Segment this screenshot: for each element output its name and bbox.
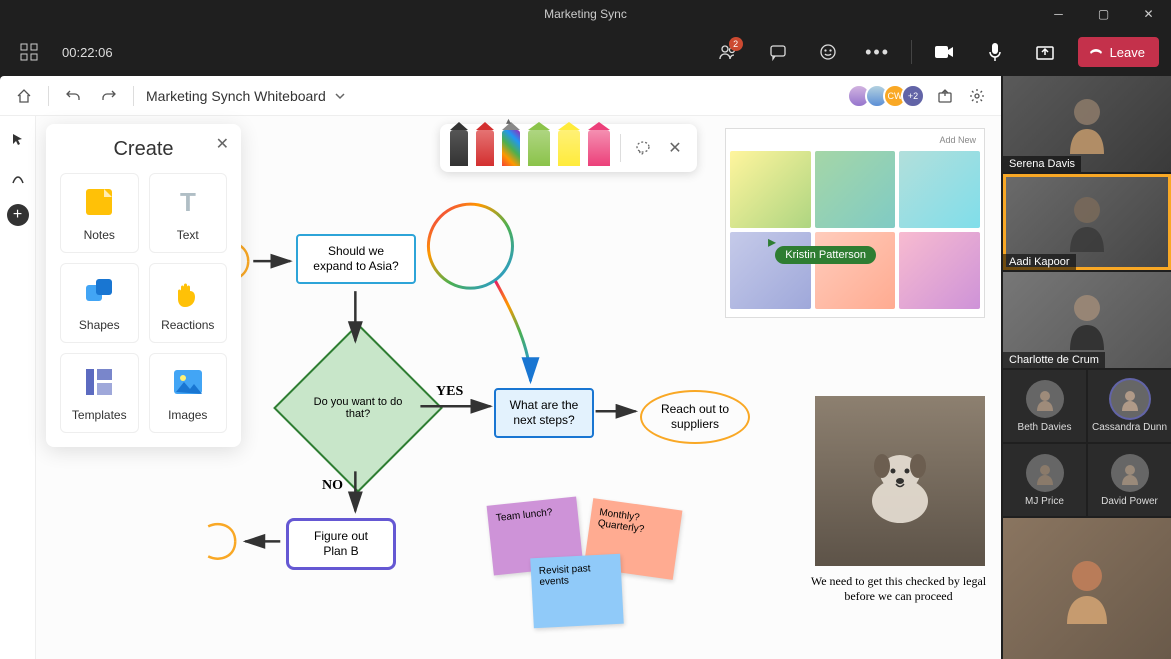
- people-button[interactable]: 2: [711, 35, 745, 69]
- participants-panel: Serena Davis Aadi Kapoor Charlotte de Cr…: [1001, 76, 1171, 659]
- window-minimize[interactable]: ─: [1036, 0, 1081, 28]
- text-icon: T: [170, 184, 206, 220]
- swatch-1[interactable]: [730, 151, 811, 228]
- window-maximize[interactable]: ▢: [1081, 0, 1126, 28]
- meeting-timer: 00:22:06: [62, 45, 113, 60]
- video-tile-charlotte[interactable]: Charlotte de Crum: [1003, 272, 1171, 368]
- create-heading: Create: [60, 138, 227, 161]
- templates-icon: [81, 364, 117, 400]
- dog-photo-placeholder: [850, 431, 950, 531]
- reactions-icon: [170, 274, 206, 310]
- image-caption: We need to get this checked by legal bef…: [806, 574, 991, 604]
- swatch-5[interactable]: [815, 232, 896, 309]
- audio-tile-beth[interactable]: Beth Davies: [1003, 370, 1086, 442]
- more-actions-button[interactable]: •••: [861, 35, 895, 69]
- inserted-image[interactable]: [815, 396, 985, 566]
- pen-red[interactable]: [476, 130, 494, 166]
- close-panel-button[interactable]: ✕: [216, 134, 229, 154]
- create-text[interactable]: T Text: [149, 173, 228, 253]
- audio-tile-david[interactable]: David Power: [1088, 444, 1171, 516]
- whiteboard-header: Marketing Synch Whiteboard CW +2: [0, 76, 1001, 116]
- shapes-icon: [81, 274, 117, 310]
- whiteboard-tool-strip: +: [0, 116, 36, 659]
- sticky-revisit[interactable]: Revisit past events: [530, 554, 624, 629]
- apps-grid-icon[interactable]: [12, 35, 46, 69]
- window-title: Marketing Sync: [544, 7, 627, 21]
- pen-black[interactable]: [450, 130, 468, 166]
- video-tile-aadi[interactable]: Aadi Kapoor: [1003, 174, 1171, 270]
- video-tile-serena[interactable]: Serena Davis: [1003, 76, 1171, 172]
- pen-close[interactable]: ✕: [663, 136, 687, 160]
- create-shapes[interactable]: Shapes: [60, 263, 139, 343]
- flow-box-question[interactable]: Should we expand to Asia?: [296, 234, 416, 284]
- flow-diamond-decision[interactable]: Do you want to do that?: [298, 348, 418, 468]
- audio-tile-cassandra[interactable]: Cassandra Dunn: [1088, 370, 1171, 442]
- settings-button[interactable]: [965, 84, 989, 108]
- share-button[interactable]: [1028, 35, 1062, 69]
- camera-button[interactable]: [928, 35, 962, 69]
- pen-toolbar[interactable]: ▴ ✕: [440, 124, 697, 172]
- remote-cursor-icon: ▸: [768, 232, 776, 252]
- swatch-3[interactable]: [899, 151, 980, 228]
- swatch-6[interactable]: [899, 232, 980, 309]
- flow-oval-suppliers[interactable]: Reach out to suppliers: [640, 390, 750, 444]
- images-icon: [170, 364, 206, 400]
- whiteboard-title: Marketing Synch Whiteboard: [146, 88, 326, 104]
- svg-text:T: T: [180, 187, 196, 217]
- avatar-overflow[interactable]: +2: [901, 84, 925, 108]
- mic-button[interactable]: [978, 35, 1012, 69]
- chevron-down-icon: [334, 90, 346, 102]
- share-whiteboard-button[interactable]: [933, 84, 957, 108]
- meeting-toolbar: 00:22:06 2 ••• Leave: [0, 28, 1171, 76]
- no-label: NO: [322, 478, 343, 494]
- remote-cursor-label: Kristin Patterson: [775, 246, 876, 264]
- create-notes[interactable]: Notes: [60, 173, 139, 253]
- window-close[interactable]: ✕: [1126, 0, 1171, 28]
- chat-button[interactable]: [761, 35, 795, 69]
- people-badge: 2: [729, 37, 743, 51]
- whiteboard-canvas[interactable]: + ✕ Create Notes T Text: [0, 116, 1001, 659]
- audio-tile-mj[interactable]: MJ Price: [1003, 444, 1086, 516]
- create-images[interactable]: Images: [149, 353, 228, 433]
- flow-box-plan-b[interactable]: Figure out Plan B: [286, 518, 396, 570]
- presence-avatars[interactable]: CW +2: [853, 84, 925, 108]
- highlighter-pink[interactable]: [588, 130, 610, 166]
- reactions-button[interactable]: [811, 35, 845, 69]
- lasso-tool[interactable]: [631, 136, 655, 160]
- create-templates[interactable]: Templates: [60, 353, 139, 433]
- window-titlebar: Marketing Sync ─ ▢ ✕: [0, 0, 1171, 28]
- pen-rainbow[interactable]: ▴: [502, 130, 520, 166]
- hangup-icon: [1088, 44, 1104, 60]
- home-icon[interactable]: [12, 84, 36, 108]
- leave-label: Leave: [1110, 45, 1145, 60]
- add-tool[interactable]: +: [7, 204, 29, 226]
- undo-button[interactable]: [61, 84, 85, 108]
- ink-tool[interactable]: [6, 166, 30, 190]
- swatch-2[interactable]: [815, 151, 896, 228]
- whiteboard-title-dropdown[interactable]: Marketing Synch Whiteboard: [146, 88, 346, 104]
- whiteboard-app: Marketing Synch Whiteboard CW +2: [0, 76, 1001, 659]
- leave-button[interactable]: Leave: [1078, 37, 1159, 67]
- yes-label: YES: [436, 384, 463, 400]
- redo-button[interactable]: [97, 84, 121, 108]
- highlighter-yellow[interactable]: [558, 130, 580, 166]
- notes-icon: [81, 184, 117, 220]
- pointer-tool[interactable]: [6, 128, 30, 152]
- flow-box-next-steps[interactable]: What are the next steps?: [494, 388, 594, 438]
- color-grid-component[interactable]: Add New: [725, 128, 985, 318]
- highlighter-green[interactable]: [528, 130, 550, 166]
- create-reactions[interactable]: Reactions: [149, 263, 228, 343]
- grid-add-new[interactable]: Add New: [730, 133, 980, 151]
- create-panel: ✕ Create Notes T Text Shapes: [46, 124, 241, 447]
- video-tile-last[interactable]: [1003, 518, 1171, 659]
